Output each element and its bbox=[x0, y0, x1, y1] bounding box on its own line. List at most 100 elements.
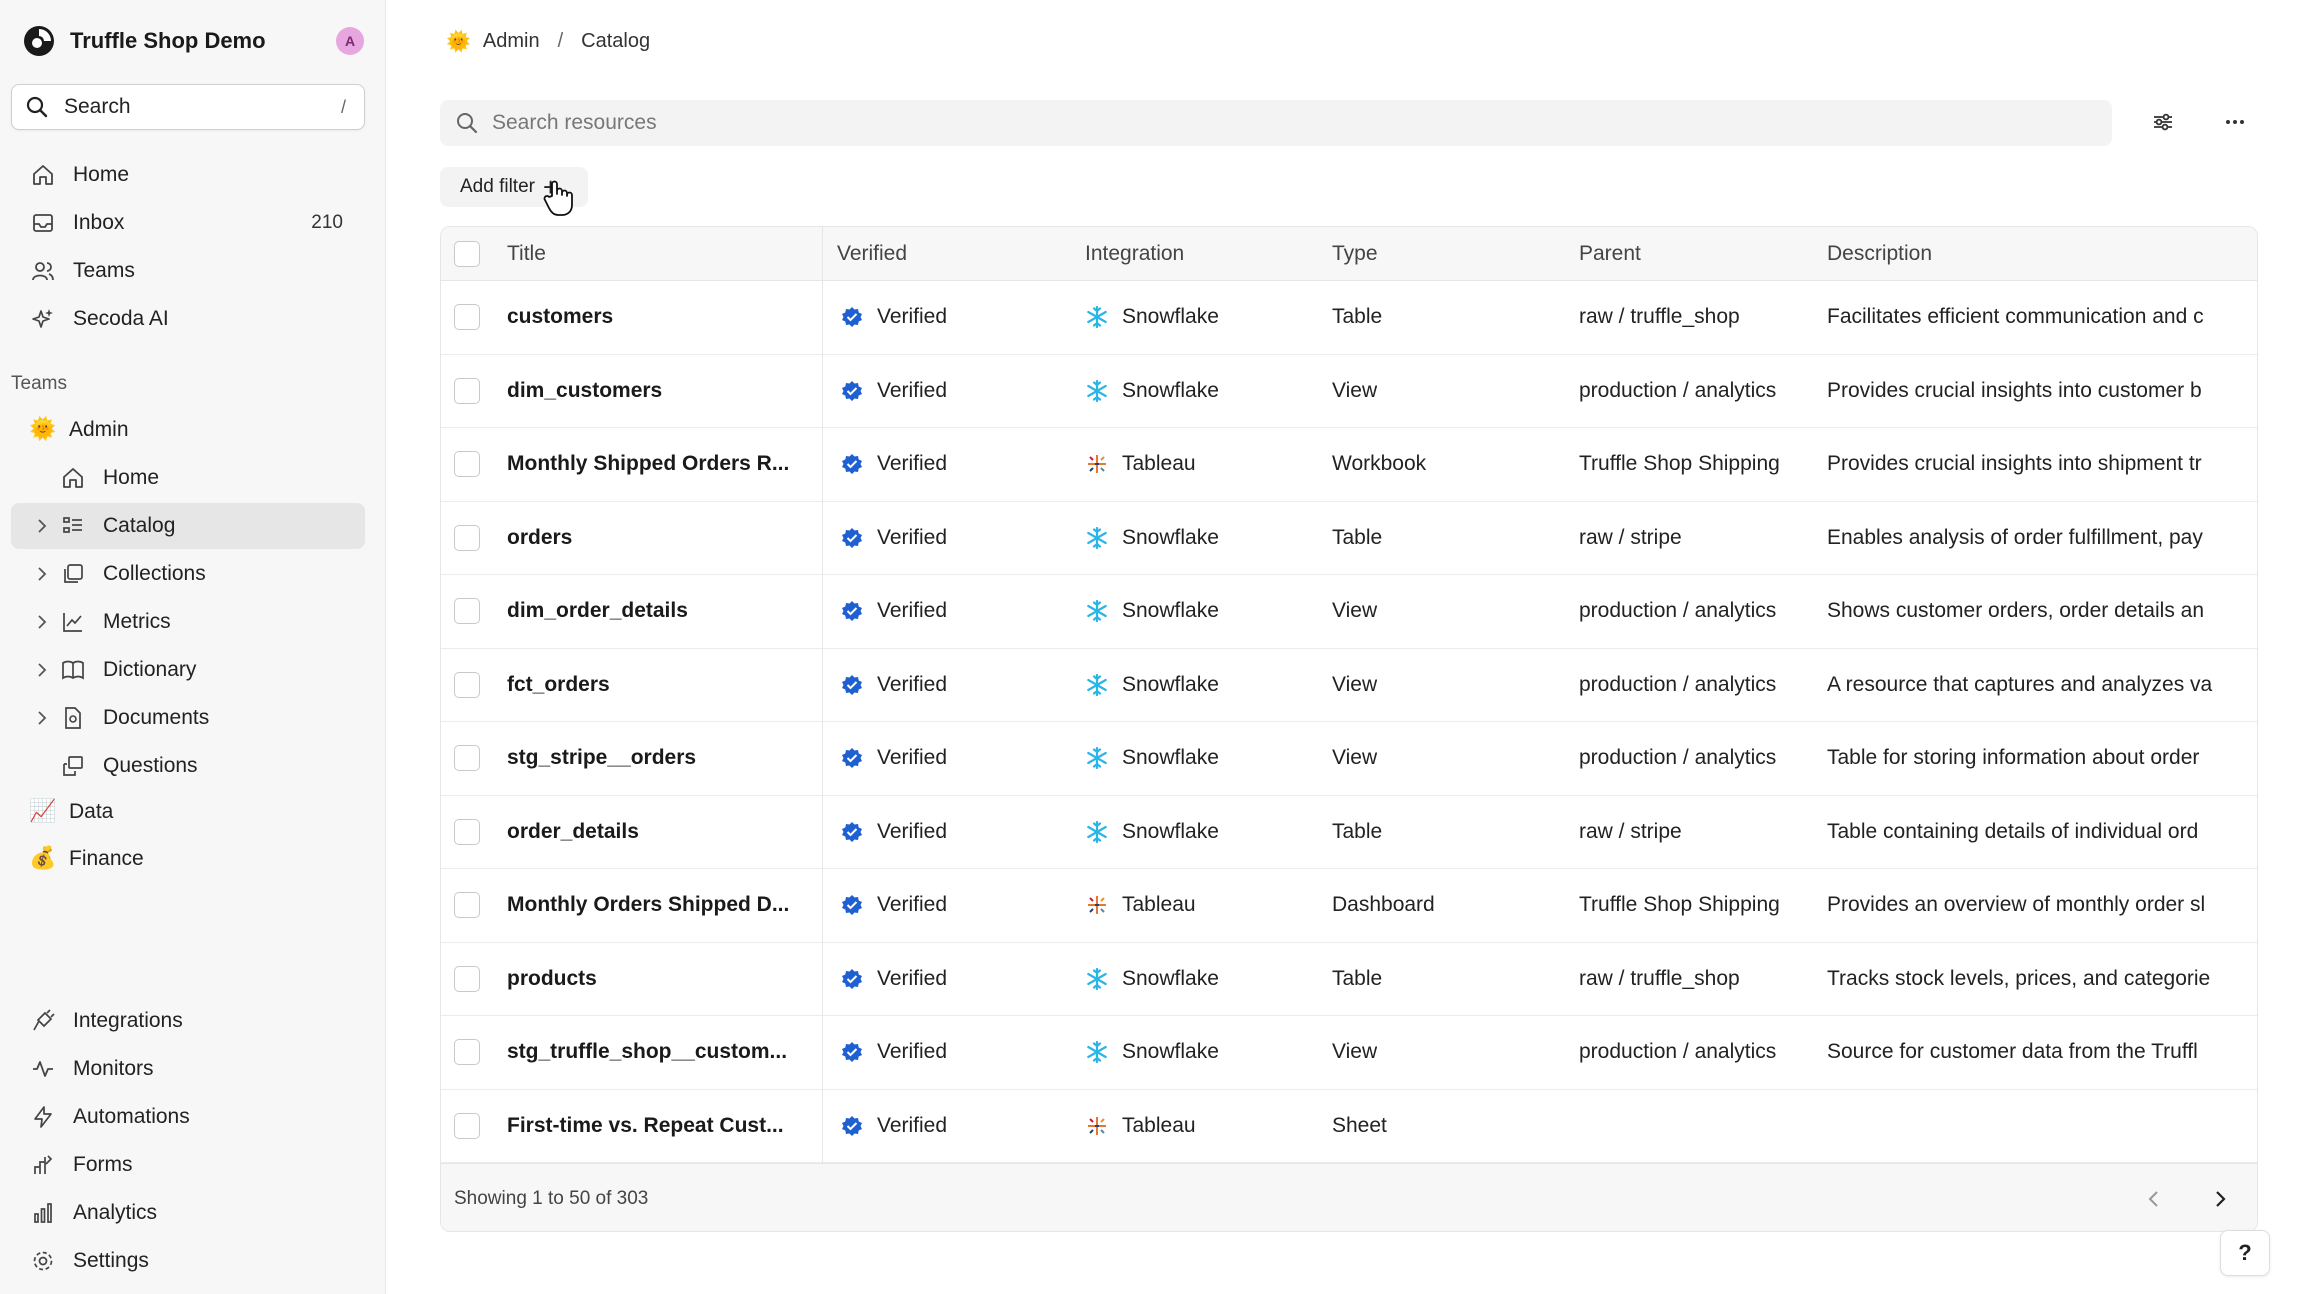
snowflake-icon bbox=[1087, 967, 1107, 990]
sidebar-item-dictionary[interactable]: Dictionary bbox=[11, 647, 365, 693]
chevron-right-icon[interactable] bbox=[33, 517, 51, 535]
chevron-right-icon[interactable] bbox=[33, 565, 51, 583]
row-title[interactable]: fct_orders bbox=[507, 673, 817, 697]
sidebar-item-teams[interactable]: Teams bbox=[11, 248, 365, 294]
verified-badge-icon bbox=[842, 1115, 862, 1136]
select-all-checkbox[interactable] bbox=[454, 241, 480, 267]
column-header-type[interactable]: Type bbox=[1332, 242, 1378, 266]
snowflake-icon bbox=[1087, 599, 1107, 623]
sidebar-item-settings[interactable]: Settings bbox=[11, 1238, 365, 1284]
search-input[interactable] bbox=[492, 111, 1992, 135]
row-title[interactable]: stg_truffle_shop__custom... bbox=[507, 1040, 817, 1064]
table-row[interactable]: fct_orders Verified Snowflake View productio… bbox=[441, 649, 2257, 722]
sidebar-item-home[interactable]: Home bbox=[11, 152, 365, 198]
row-title[interactable]: stg_stripe__orders bbox=[507, 746, 817, 770]
chevron-right-icon[interactable] bbox=[33, 661, 51, 679]
breadcrumb-team[interactable]: Admin bbox=[483, 30, 540, 53]
help-button[interactable]: ? bbox=[2220, 1230, 2270, 1276]
row-parent[interactable]: production / analytics bbox=[1579, 599, 1819, 623]
row-title[interactable]: customers bbox=[507, 305, 817, 329]
row-parent[interactable]: Truffle Shop Shipping bbox=[1579, 452, 1819, 476]
table-row[interactable]: dim_customers Verified Snowflake View produc… bbox=[441, 355, 2257, 428]
sidebar-item-label: Questions bbox=[103, 754, 198, 777]
row-checkbox[interactable] bbox=[454, 671, 480, 698]
row-integration: Snowflake bbox=[1122, 966, 1219, 990]
sidebar-item-collections[interactable]: Collections bbox=[11, 551, 365, 597]
row-checkbox[interactable] bbox=[454, 892, 480, 918]
table-row[interactable]: customers Verified Snowflake Table raw / tru… bbox=[441, 281, 2257, 355]
chevron-right-icon[interactable] bbox=[33, 709, 51, 727]
table-row[interactable]: orders Verified Snowflake Table raw / stripe… bbox=[441, 502, 2257, 575]
sidebar-item-documents[interactable]: Documents bbox=[11, 695, 365, 741]
row-title[interactable]: dim_order_details bbox=[507, 599, 817, 623]
row-title[interactable]: Monthly Orders Shipped D... bbox=[507, 893, 817, 917]
workspace-header[interactable]: Truffle Shop Demo A bbox=[22, 22, 364, 60]
home-icon bbox=[63, 468, 83, 488]
row-title[interactable]: First-time vs. Repeat Cust... bbox=[507, 1114, 817, 1138]
row-checkbox[interactable] bbox=[454, 451, 480, 477]
table-row[interactable]: Monthly Orders Shipped D... Verified Table… bbox=[441, 869, 2257, 943]
sidebar-item-monitors[interactable]: Monitors bbox=[11, 1046, 365, 1092]
row-title[interactable]: products bbox=[507, 967, 817, 991]
row-parent[interactable]: raw / stripe bbox=[1579, 820, 1819, 844]
row-checkbox[interactable] bbox=[454, 304, 480, 330]
table-row[interactable]: products Verified Snowflake Table raw / truf… bbox=[441, 943, 2257, 1016]
table-row[interactable]: Monthly Shipped Orders R... Verified Table… bbox=[441, 428, 2257, 502]
row-title[interactable]: orders bbox=[507, 526, 817, 550]
column-header-title[interactable]: Title bbox=[507, 242, 546, 266]
chevron-right-icon[interactable] bbox=[33, 613, 51, 631]
row-parent[interactable]: raw / truffle_shop bbox=[1579, 967, 1819, 991]
row-checkbox[interactable] bbox=[454, 1112, 480, 1139]
column-header-integration[interactable]: Integration bbox=[1085, 242, 1184, 266]
row-title[interactable]: Monthly Shipped Orders R... bbox=[507, 452, 817, 476]
row-parent[interactable]: production / analytics bbox=[1579, 1040, 1819, 1064]
row-checkbox[interactable] bbox=[454, 598, 480, 624]
view-settings-button[interactable] bbox=[2145, 104, 2181, 140]
row-integration: Snowflake bbox=[1122, 525, 1219, 549]
row-parent[interactable]: production / analytics bbox=[1579, 379, 1819, 403]
more-options-button[interactable] bbox=[2217, 104, 2253, 140]
row-title[interactable]: dim_customers bbox=[507, 379, 817, 403]
sidebar-item-metrics[interactable]: Metrics bbox=[11, 599, 365, 645]
sidebar-item-automations[interactable]: Automations bbox=[11, 1094, 365, 1140]
sidebar-item-analytics[interactable]: Analytics bbox=[11, 1190, 365, 1236]
table-row[interactable]: order_details Verified Snowflake Table raw /… bbox=[441, 796, 2257, 869]
sidebar-search[interactable]: Search / bbox=[11, 84, 365, 130]
search-shortcut: / bbox=[340, 96, 346, 117]
resource-search[interactable] bbox=[440, 100, 2112, 146]
row-parent[interactable]: raw / truffle_shop bbox=[1579, 305, 1819, 329]
row-checkbox[interactable] bbox=[454, 818, 480, 845]
row-checkbox[interactable] bbox=[454, 1039, 480, 1065]
column-header-verified[interactable]: Verified bbox=[837, 242, 907, 266]
row-parent[interactable]: production / analytics bbox=[1579, 673, 1819, 697]
sidebar-item-catalog[interactable]: Catalog bbox=[11, 503, 365, 549]
row-type: Sheet bbox=[1332, 1113, 1387, 1137]
row-checkbox[interactable] bbox=[454, 524, 480, 551]
chevron-right-icon[interactable] bbox=[2207, 1186, 2233, 1212]
sidebar-item-forms[interactable]: Forms bbox=[11, 1142, 365, 1188]
sidebar-item-admin-home[interactable]: Home bbox=[11, 455, 365, 501]
row-title[interactable]: order_details bbox=[507, 820, 817, 844]
table-row[interactable]: dim_order_details Verified Snowflake View pr… bbox=[441, 575, 2257, 649]
sidebar-item-questions[interactable]: Questions bbox=[11, 743, 365, 789]
sidebar-team-admin[interactable]: 🌞 Admin bbox=[11, 407, 365, 453]
sidebar-team-finance[interactable]: 💰 Finance bbox=[11, 836, 365, 882]
column-header-parent[interactable]: Parent bbox=[1579, 242, 1641, 266]
avatar[interactable]: A bbox=[336, 27, 364, 55]
row-checkbox[interactable] bbox=[454, 745, 480, 771]
row-parent[interactable]: production / analytics bbox=[1579, 746, 1819, 770]
row-checkbox[interactable] bbox=[454, 965, 480, 992]
table-row[interactable]: First-time vs. Repeat Cust... Verified Tab… bbox=[441, 1090, 2257, 1163]
team-label: Finance bbox=[69, 847, 144, 870]
column-header-description[interactable]: Description bbox=[1827, 242, 1932, 266]
table-row[interactable]: stg_stripe__orders Verified Snowflake View p… bbox=[441, 722, 2257, 796]
row-parent[interactable]: Truffle Shop Shipping bbox=[1579, 893, 1819, 917]
row-parent[interactable]: raw / stripe bbox=[1579, 526, 1819, 550]
sidebar-team-data[interactable]: 📈 Data bbox=[11, 789, 365, 835]
chevron-left-icon[interactable] bbox=[2141, 1186, 2167, 1212]
sidebar-item-secoda-ai[interactable]: Secoda AI bbox=[11, 296, 365, 342]
table-row[interactable]: stg_truffle_shop__custom... Verified Snowf… bbox=[441, 1016, 2257, 1090]
row-checkbox[interactable] bbox=[454, 377, 480, 404]
sidebar-item-inbox[interactable]: Inbox 210 bbox=[11, 200, 365, 246]
sidebar-item-integrations[interactable]: Integrations bbox=[11, 998, 365, 1044]
